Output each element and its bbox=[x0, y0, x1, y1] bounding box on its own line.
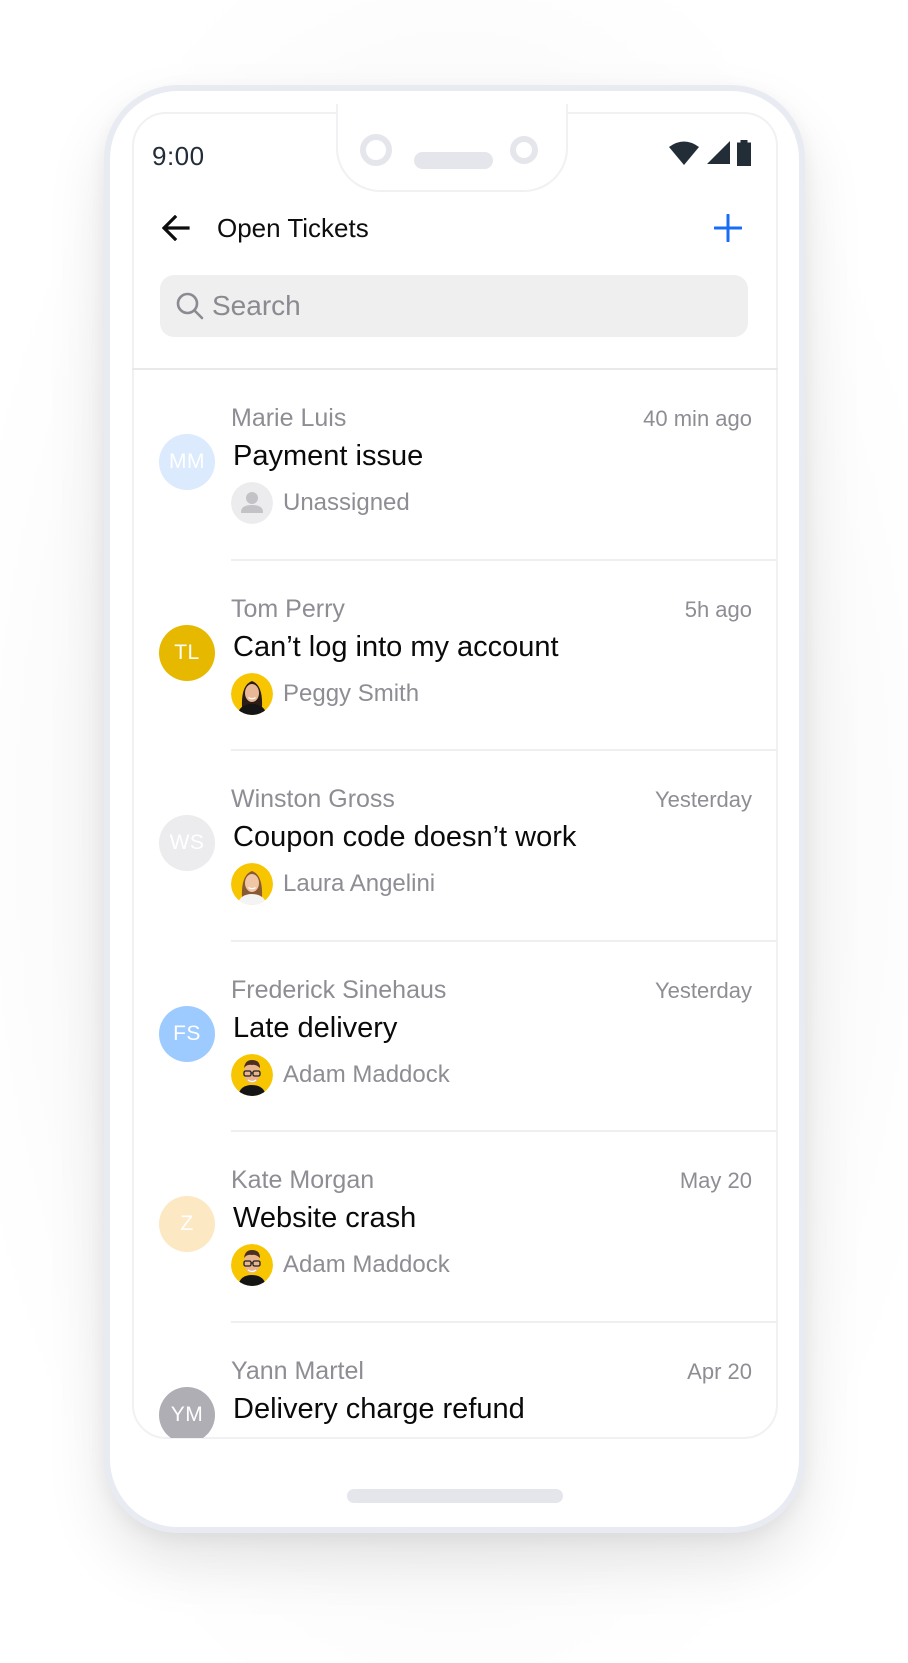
customer-name: Tom Perry bbox=[231, 594, 345, 623]
customer-avatar: FS bbox=[159, 1005, 215, 1062]
ticket-time: 5h ago bbox=[684, 596, 752, 622]
assignee: Laura Angelini bbox=[231, 863, 435, 905]
add-ticket-button[interactable] bbox=[710, 210, 746, 246]
ticket-time: 40 min ago bbox=[643, 406, 752, 431]
assignee-name: Adam Maddock bbox=[283, 1060, 450, 1088]
ticket-list: MM Marie Luis 40 min ago Payment issue U… bbox=[132, 370, 778, 1438]
ticket-subject: Coupon code doesn’t work bbox=[233, 821, 577, 853]
ticket-row[interactable]: FS Frederick Sinehaus Yesterday Late del… bbox=[132, 942, 778, 1132]
notch-cover bbox=[338, 100, 566, 116]
home-indicator[interactable] bbox=[347, 1489, 563, 1503]
assignee-avatar bbox=[231, 1053, 273, 1096]
customer-avatar: MM bbox=[159, 434, 215, 490]
customer-initials: FS bbox=[173, 1021, 201, 1045]
customer-avatar: WS bbox=[159, 815, 215, 871]
plus-icon bbox=[714, 214, 742, 242]
customer-name: Winston Gross bbox=[231, 785, 395, 813]
ticket-subject: Can’t log into my account bbox=[233, 630, 559, 663]
assignee: Adam Maddock bbox=[231, 1244, 450, 1286]
ticket-subject: Payment issue bbox=[233, 440, 424, 472]
customer-name: Marie Luis bbox=[231, 404, 347, 432]
customer-initials: TL bbox=[174, 640, 200, 664]
customer-initials: YM bbox=[170, 1402, 204, 1426]
ticket-row[interactable]: TL Tom Perry 5h ago Can’t log into my ac… bbox=[132, 561, 778, 751]
assignee-avatar bbox=[231, 863, 273, 905]
assignee-name: Laura Angelini bbox=[283, 870, 436, 897]
search-icon bbox=[174, 290, 206, 322]
ticket-row[interactable]: MM Marie Luis 40 min ago Payment issue U… bbox=[132, 370, 778, 561]
assignee: Unassigned bbox=[231, 482, 410, 524]
assignee-name: Peggy Smith bbox=[283, 679, 420, 707]
arrow-left-icon bbox=[162, 215, 190, 241]
assignee: Peggy Smith bbox=[231, 672, 420, 715]
page-title: Open Tickets bbox=[217, 213, 369, 243]
customer-avatar: Z bbox=[159, 1196, 215, 1252]
customer-initials: Z bbox=[180, 1212, 194, 1235]
ticket-row[interactable]: Z Kate Morgan May 20 Website crash Adam … bbox=[132, 1132, 778, 1323]
search-input[interactable] bbox=[212, 290, 692, 322]
ticket-time: Yesterday bbox=[654, 787, 752, 812]
ticket-subject: Website crash bbox=[233, 1202, 417, 1234]
customer-name: Kate Morgan bbox=[231, 1166, 375, 1194]
app-header: Open Tickets bbox=[132, 200, 778, 256]
signal-icon bbox=[707, 141, 730, 164]
customer-initials: WS bbox=[169, 831, 205, 854]
back-button[interactable] bbox=[158, 210, 194, 246]
battery-icon bbox=[737, 140, 751, 166]
front-camera-icon bbox=[360, 134, 392, 166]
person-placeholder-icon bbox=[231, 482, 273, 524]
assignee-avatar bbox=[231, 1244, 273, 1286]
ticket-subject: Delivery charge refund bbox=[233, 1392, 525, 1425]
assignee-avatar bbox=[231, 672, 273, 715]
search-bar[interactable] bbox=[160, 275, 748, 337]
ticket-time: Apr 20 bbox=[687, 1358, 752, 1384]
wifi-icon bbox=[669, 141, 699, 165]
customer-name: Frederick Sinehaus bbox=[231, 975, 447, 1004]
ticket-time: May 20 bbox=[679, 1168, 752, 1193]
ticket-subject: Late delivery bbox=[233, 1011, 398, 1044]
ticket-row[interactable]: WS Winston Gross Yesterday Coupon code d… bbox=[132, 751, 778, 942]
assignee: Adam Maddock bbox=[231, 1053, 450, 1096]
status-icons bbox=[668, 140, 752, 166]
speaker-grille bbox=[414, 152, 493, 169]
customer-initials: MM bbox=[169, 450, 205, 473]
sensor-icon bbox=[510, 136, 538, 164]
ticket-row[interactable]: YM Yann Martel Apr 20 Delivery charge re… bbox=[132, 1323, 778, 1438]
customer-name: Yann Martel bbox=[231, 1356, 364, 1385]
status-time: 9:00 bbox=[152, 141, 205, 171]
customer-avatar: TL bbox=[159, 624, 215, 681]
assignee-name: Unassigned bbox=[283, 489, 410, 516]
assignee-name: Adam Maddock bbox=[283, 1251, 450, 1278]
customer-avatar: YM bbox=[159, 1386, 215, 1438]
ticket-time: Yesterday bbox=[654, 977, 752, 1003]
